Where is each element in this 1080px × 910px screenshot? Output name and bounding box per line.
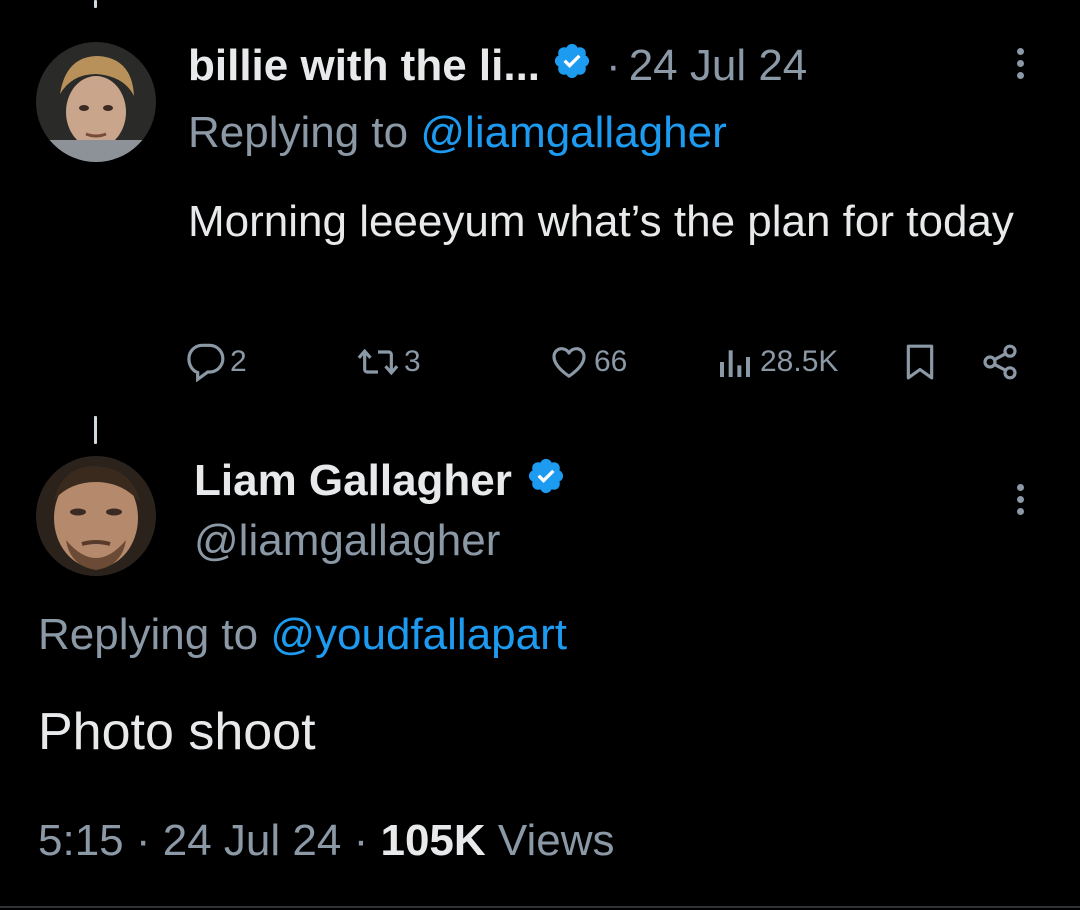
main-meta: 5:15 · 24 Jul 24 · 105K Views — [38, 816, 614, 866]
avatar-billie[interactable] — [36, 42, 156, 162]
reply-count: 2 — [230, 345, 247, 378]
replying-prefix: Replying to — [188, 108, 409, 157]
main-time[interactable]: 5:15 — [38, 816, 124, 865]
main-views-count: 105K — [380, 816, 486, 865]
views-icon — [720, 350, 750, 377]
repost-action[interactable]: 3 — [356, 340, 421, 384]
views-count: 28.5K — [760, 345, 839, 378]
main-text: Photo shoot — [38, 703, 316, 761]
like-action[interactable]: 66 — [548, 340, 627, 384]
reply-separator: · — [606, 41, 621, 90]
reply-icon — [187, 343, 225, 382]
reply-text: Morning leeeyum what’s the plan for toda… — [188, 197, 1014, 246]
reply-header: billie with the li... · 24 Jul 24 — [188, 40, 807, 92]
main-display-name[interactable]: Liam Gallagher — [194, 456, 512, 506]
verified-badge-icon — [526, 456, 566, 507]
share-action[interactable] — [978, 340, 1022, 384]
main-date[interactable]: 24 Jul 24 — [163, 816, 342, 865]
verified-badge-icon — [552, 41, 592, 92]
replying-handle-link[interactable]: @youdfallapart — [270, 610, 567, 659]
main-views-label: Views — [497, 816, 615, 865]
replying-prefix: Replying to — [38, 610, 259, 659]
more-icon[interactable] — [1013, 484, 1027, 520]
reply-display-name[interactable]: billie with the li... — [188, 41, 540, 91]
thread-connector — [94, 416, 97, 444]
meta-separator: · — [353, 816, 369, 865]
reply-date[interactable]: 24 Jul 24 — [629, 41, 808, 91]
more-icon[interactable] — [1013, 48, 1027, 84]
views-action[interactable]: 28.5K — [714, 340, 838, 384]
like-count: 66 — [594, 345, 628, 378]
bookmark-icon — [906, 344, 934, 380]
reply-action[interactable]: 2 — [186, 340, 247, 384]
thread-line-top — [94, 0, 97, 8]
share-icon — [983, 344, 1017, 380]
main-header: Liam Gallagher — [194, 454, 566, 508]
repost-icon — [357, 348, 399, 376]
main-handle[interactable]: @liamgallagher — [194, 516, 500, 566]
avatar-liam[interactable] — [36, 456, 156, 576]
replying-handle-link[interactable]: @liamgallagher — [420, 108, 726, 157]
divider — [0, 906, 1080, 908]
repost-count: 3 — [404, 345, 421, 378]
bookmark-action[interactable] — [900, 340, 940, 384]
like-icon — [552, 347, 586, 378]
reply-replying-to: Replying to @liamgallagher — [188, 108, 727, 158]
main-replying-to: Replying to @youdfallapart — [38, 610, 567, 660]
meta-separator: · — [135, 816, 151, 865]
